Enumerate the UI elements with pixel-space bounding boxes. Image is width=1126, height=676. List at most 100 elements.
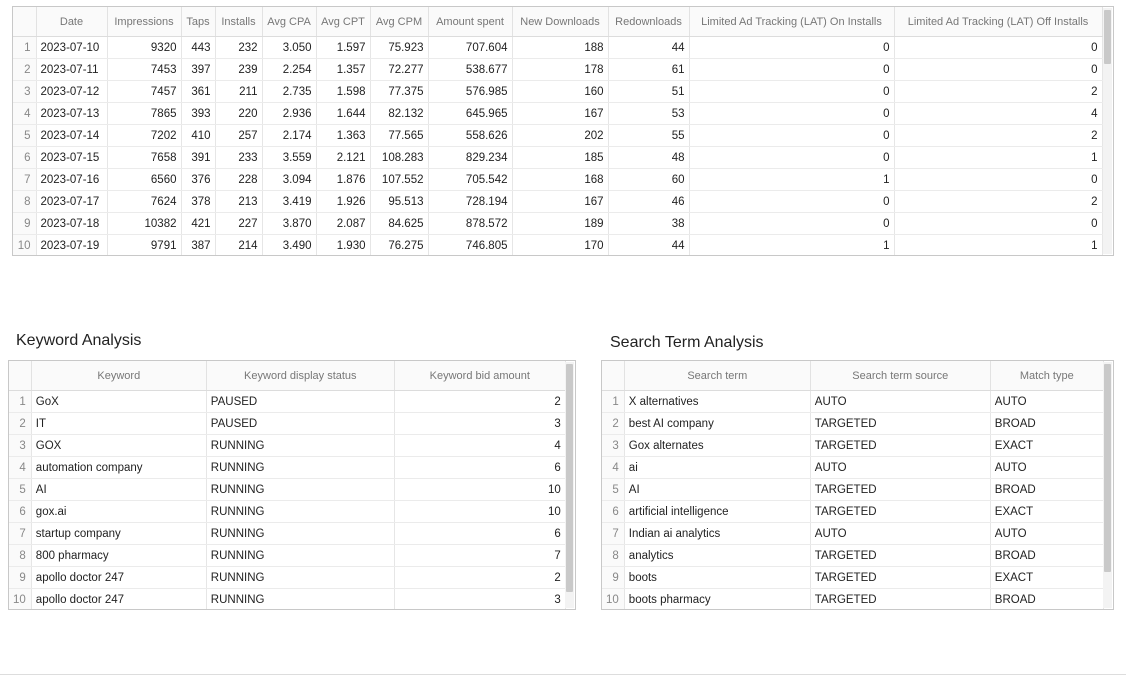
taps-cell[interactable]: 410 [181, 124, 216, 147]
date-cell[interactable]: 2023-07-10 [36, 36, 108, 59]
new-downloads-cell[interactable]: 178 [512, 58, 609, 81]
impressions-cell[interactable]: 7202 [107, 124, 182, 147]
table-row[interactable]: 7 2023-07-16 6560 376 228 3.094 1.876 107.552 70… [13, 168, 1103, 191]
keyword-display-status-cell[interactable]: RUNNING [206, 566, 395, 589]
table-row[interactable]: 4 ai AUTO AUTO [602, 456, 1104, 479]
date-cell[interactable]: 2023-07-13 [36, 102, 108, 125]
date-cell[interactable]: 2023-07-19 [36, 234, 108, 255]
table-row[interactable]: 9 boots TARGETED EXACT [602, 566, 1104, 589]
lat-on-installs-cell[interactable]: 0 [689, 124, 895, 147]
impressions-cell[interactable]: 6560 [107, 168, 182, 191]
new-downloads-cell[interactable]: 170 [512, 234, 609, 255]
redownloads-cell[interactable]: 46 [608, 190, 690, 213]
column-header-new-downloads[interactable]: New Downloads [512, 7, 609, 37]
column-header-lat-on-installs[interactable]: Limited Ad Tracking (LAT) On Installs [689, 7, 895, 37]
avg-cpm-cell[interactable]: 77.565 [370, 124, 429, 147]
installs-cell[interactable]: 211 [215, 80, 263, 103]
redownloads-cell[interactable]: 44 [608, 234, 690, 255]
scrollbar-thumb[interactable] [1104, 10, 1111, 64]
table-row[interactable]: 5 AI TARGETED BROAD [602, 478, 1104, 501]
installs-cell[interactable]: 232 [215, 36, 263, 59]
lat-on-installs-cell[interactable]: 0 [689, 146, 895, 169]
lat-off-installs-cell[interactable]: 4 [894, 102, 1103, 125]
avg-cpa-cell[interactable]: 3.870 [262, 212, 317, 235]
keyword-cell[interactable]: 800 pharmacy [31, 544, 207, 567]
keyword-cell[interactable]: GOX [31, 434, 207, 457]
avg-cpa-cell[interactable]: 2.254 [262, 58, 317, 81]
avg-cpa-cell[interactable]: 3.050 [262, 36, 317, 59]
lat-on-installs-cell[interactable]: 0 [689, 212, 895, 235]
column-header-keyword[interactable]: Keyword [31, 361, 207, 391]
installs-cell[interactable]: 233 [215, 146, 263, 169]
avg-cpt-cell[interactable]: 1.644 [316, 102, 371, 125]
keyword-bid-amount-cell[interactable]: 6 [394, 456, 566, 479]
redownloads-cell[interactable]: 55 [608, 124, 690, 147]
column-header-impressions[interactable]: Impressions [107, 7, 182, 37]
installs-cell[interactable]: 214 [215, 234, 263, 255]
lat-off-installs-cell[interactable]: 0 [894, 168, 1103, 191]
impressions-cell[interactable]: 7658 [107, 146, 182, 169]
column-header-lat-off-installs[interactable]: Limited Ad Tracking (LAT) Off Installs [894, 7, 1103, 37]
date-cell[interactable]: 2023-07-18 [36, 212, 108, 235]
avg-cpa-cell[interactable]: 2.174 [262, 124, 317, 147]
column-header-avg-cpa[interactable]: Avg CPA [262, 7, 317, 37]
amount-spent-cell[interactable]: 746.805 [428, 234, 513, 255]
avg-cpt-cell[interactable]: 1.926 [316, 190, 371, 213]
search-term-cell[interactable]: ai [624, 456, 811, 479]
keyword-cell[interactable]: AI [31, 478, 207, 501]
new-downloads-cell[interactable]: 168 [512, 168, 609, 191]
taps-cell[interactable]: 421 [181, 212, 216, 235]
installs-cell[interactable]: 213 [215, 190, 263, 213]
table-row[interactable]: 10 boots pharmacy TARGETED BROAD [602, 588, 1104, 609]
lat-on-installs-cell[interactable]: 0 [689, 102, 895, 125]
search-term-source-cell[interactable]: AUTO [810, 390, 991, 413]
lat-off-installs-cell[interactable]: 2 [894, 124, 1103, 147]
search-term-source-cell[interactable]: TARGETED [810, 588, 991, 609]
keyword-bid-amount-cell[interactable]: 2 [394, 390, 566, 413]
keyword-cell[interactable]: startup company [31, 522, 207, 545]
taps-cell[interactable]: 393 [181, 102, 216, 125]
keyword-bid-amount-cell[interactable]: 10 [394, 478, 566, 501]
redownloads-cell[interactable]: 60 [608, 168, 690, 191]
search-term-source-cell[interactable]: TARGETED [810, 500, 991, 523]
campaign-grid-scrollbar[interactable] [1103, 8, 1112, 254]
avg-cpa-cell[interactable]: 3.419 [262, 190, 317, 213]
table-row[interactable]: 6 2023-07-15 7658 391 233 3.559 2.121 108.283 82… [13, 146, 1103, 169]
amount-spent-cell[interactable]: 645.965 [428, 102, 513, 125]
table-row[interactable]: 8 analytics TARGETED BROAD [602, 544, 1104, 567]
search-term-source-cell[interactable]: TARGETED [810, 566, 991, 589]
date-cell[interactable]: 2023-07-12 [36, 80, 108, 103]
search-term-source-cell[interactable]: TARGETED [810, 434, 991, 457]
lat-on-installs-cell[interactable]: 1 [689, 168, 895, 191]
keyword-bid-amount-cell[interactable]: 6 [394, 522, 566, 545]
avg-cpm-cell[interactable]: 95.513 [370, 190, 429, 213]
lat-off-installs-cell[interactable]: 0 [894, 58, 1103, 81]
table-row[interactable]: 9 apollo doctor 247 RUNNING 2 [9, 566, 566, 589]
lat-off-installs-cell[interactable]: 0 [894, 212, 1103, 235]
avg-cpt-cell[interactable]: 1.597 [316, 36, 371, 59]
table-row[interactable]: 3 Gox alternates TARGETED EXACT [602, 434, 1104, 457]
table-row[interactable]: 6 artificial intelligence TARGETED EXACT [602, 500, 1104, 523]
amount-spent-cell[interactable]: 878.572 [428, 212, 513, 235]
amount-spent-cell[interactable]: 829.234 [428, 146, 513, 169]
column-header-avg-cpt[interactable]: Avg CPT [316, 7, 371, 37]
match-type-cell[interactable]: EXACT [990, 500, 1104, 523]
column-header-search-term-source[interactable]: Search term source [810, 361, 991, 391]
match-type-cell[interactable]: BROAD [990, 544, 1104, 567]
redownloads-cell[interactable]: 61 [608, 58, 690, 81]
lat-off-installs-cell[interactable]: 0 [894, 36, 1103, 59]
search-term-cell[interactable]: analytics [624, 544, 811, 567]
keyword-display-status-cell[interactable]: PAUSED [206, 390, 395, 413]
column-header-taps[interactable]: Taps [181, 7, 216, 37]
search-term-source-cell[interactable]: AUTO [810, 522, 991, 545]
table-row[interactable]: 2 IT PAUSED 3 [9, 412, 566, 435]
table-row[interactable]: 7 startup company RUNNING 6 [9, 522, 566, 545]
search-term-source-cell[interactable]: TARGETED [810, 478, 991, 501]
keyword-cell[interactable]: apollo doctor 247 [31, 588, 207, 609]
table-row[interactable]: 5 2023-07-14 7202 410 257 2.174 1.363 77.565 558… [13, 124, 1103, 147]
impressions-cell[interactable]: 7453 [107, 58, 182, 81]
column-header-search-term[interactable]: Search term [624, 361, 811, 391]
keyword-display-status-cell[interactable]: RUNNING [206, 544, 395, 567]
impressions-cell[interactable]: 7865 [107, 102, 182, 125]
avg-cpt-cell[interactable]: 2.087 [316, 212, 371, 235]
